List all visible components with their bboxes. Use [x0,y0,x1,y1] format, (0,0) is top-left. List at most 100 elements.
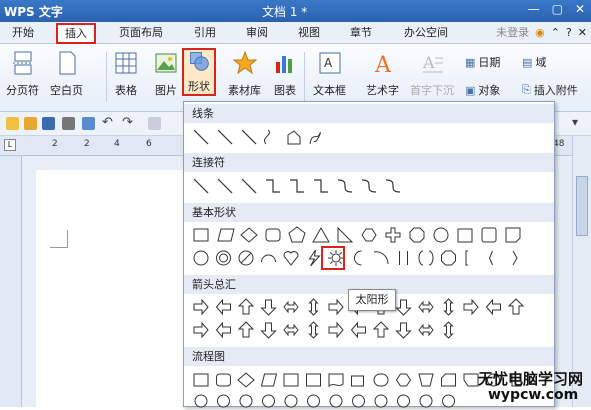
flowchart-shape[interactable] [194,394,208,408]
minimize-ribbon-icon[interactable]: ⌃ [551,26,560,39]
arrow-shape[interactable] [193,298,209,316]
basic-shape[interactable] [240,227,258,243]
flowchart-shape[interactable] [419,394,433,408]
flowchart-shape[interactable] [352,394,365,408]
connector-shape[interactable] [290,179,304,193]
chart-button[interactable]: 图表 [272,50,298,98]
blank-page-button[interactable]: 空白页 [50,50,83,98]
arrow-shape[interactable] [395,299,412,316]
arrow-shape[interactable] [215,321,231,339]
material-library-button[interactable]: 素材库 [228,50,261,98]
basic-shape[interactable] [512,250,518,266]
tab-office-space[interactable]: 办公空间 [396,24,456,42]
connector-shape[interactable] [266,179,280,193]
basic-shape[interactable] [283,251,299,266]
flowchart-shape[interactable] [262,394,275,408]
connector-shape[interactable] [241,178,257,194]
arrow-shape[interactable] [485,298,501,316]
basic-shape[interactable] [216,250,231,266]
connector-shape[interactable] [385,179,401,193]
help-question-icon[interactable]: ? [566,26,572,39]
flowchart-shape[interactable] [418,373,434,387]
flowchart-shape[interactable] [284,394,298,408]
arrow-shape[interactable] [308,321,319,339]
flowchart-shape[interactable] [442,394,455,408]
flowchart-shape[interactable] [373,373,389,387]
page-break-button[interactable]: 分页符 [6,50,39,98]
object-button[interactable]: ▣ 对象 [465,82,500,98]
basic-shape[interactable] [308,249,321,267]
close-icon[interactable]: ✕ [575,2,585,16]
new-icon[interactable] [6,117,19,130]
flowchart-shape[interactable] [237,372,255,388]
arrow-shape[interactable] [443,321,454,339]
basic-shape[interactable] [193,228,209,242]
basic-shape[interactable] [312,226,330,243]
flowchart-shape[interactable] [216,373,231,387]
save-icon[interactable] [42,117,55,130]
basic-shape[interactable] [217,228,235,242]
arrow-line-shape[interactable] [241,129,257,145]
arrow-shape[interactable] [260,299,277,316]
picture-button[interactable]: 图片 [153,50,179,98]
basic-shape[interactable] [288,226,306,243]
toolbar-more-icon[interactable] [148,117,161,130]
flowchart-shape[interactable] [395,373,412,387]
connector-shape[interactable] [193,178,209,194]
table-button[interactable]: 表格 [113,50,139,98]
basic-shape[interactable] [465,250,468,266]
flowchart-shape[interactable] [463,373,479,387]
arrow-shape[interactable] [237,298,255,315]
print-preview-icon[interactable] [82,117,95,130]
arrow-shape[interactable] [215,298,231,316]
arrow-shape[interactable] [260,322,277,339]
wordart-button[interactable]: A 艺术字 [366,50,399,98]
arrow-shape[interactable] [193,321,209,339]
redo-icon[interactable]: ↷ [122,115,135,130]
flowchart-shape[interactable] [193,373,209,387]
document-page[interactable] [36,170,196,410]
arrow-shape[interactable] [463,298,479,316]
arrow-shape[interactable] [395,322,412,339]
tab-view[interactable]: 视图 [292,24,326,42]
scrollbar-thumb[interactable] [576,176,588,236]
toolbar-scroll-icon[interactable]: ▾ [572,115,585,129]
tab-section[interactable]: 章节 [344,24,378,42]
arrow-line-shape[interactable] [217,129,233,145]
ruler-tab-selector-icon[interactable]: L [4,139,16,151]
flowchart-shape[interactable] [441,373,456,387]
arrow-shape[interactable] [418,300,434,314]
maximize-icon[interactable]: ▢ [552,2,563,16]
date-button[interactable]: ▦ 日期 [465,54,500,70]
basic-shape[interactable] [418,250,434,266]
insert-attachment-button[interactable]: ⎘ 插入附件 [522,82,578,98]
flowchart-shape[interactable] [374,394,388,408]
basic-shape[interactable] [261,254,276,263]
basic-shape[interactable] [373,251,389,265]
basic-shape[interactable] [354,250,362,266]
flowchart-shape[interactable] [217,394,230,408]
arrow-shape[interactable] [328,298,344,316]
ribbon-close-icon[interactable]: ✕ [578,26,587,39]
basic-shape[interactable] [409,227,425,243]
tab-insert[interactable]: 插入 [56,23,96,44]
basic-shape[interactable] [265,228,281,242]
connector-shape[interactable] [314,179,328,193]
arrow-shape[interactable] [237,321,255,338]
flowchart-shape[interactable] [239,394,253,408]
vertical-scrollbar[interactable] [572,136,591,407]
flowchart-shape[interactable] [351,375,364,387]
textbox-button[interactable]: A 文本框 [313,50,346,98]
flowchart-shape[interactable] [307,394,320,408]
basic-shape[interactable] [457,228,473,243]
tab-references[interactable]: 引用 [188,24,222,42]
login-status[interactable]: 未登录 [496,24,529,40]
basic-shape[interactable] [488,250,493,266]
connector-shape[interactable] [361,179,377,193]
curve-shape[interactable] [264,129,270,145]
tab-page-layout[interactable]: 页面布局 [112,24,170,42]
connector-shape[interactable] [217,178,233,194]
arrow-shape[interactable] [372,321,390,338]
arrow-shape[interactable] [283,323,299,337]
flowchart-shape[interactable] [306,373,321,387]
